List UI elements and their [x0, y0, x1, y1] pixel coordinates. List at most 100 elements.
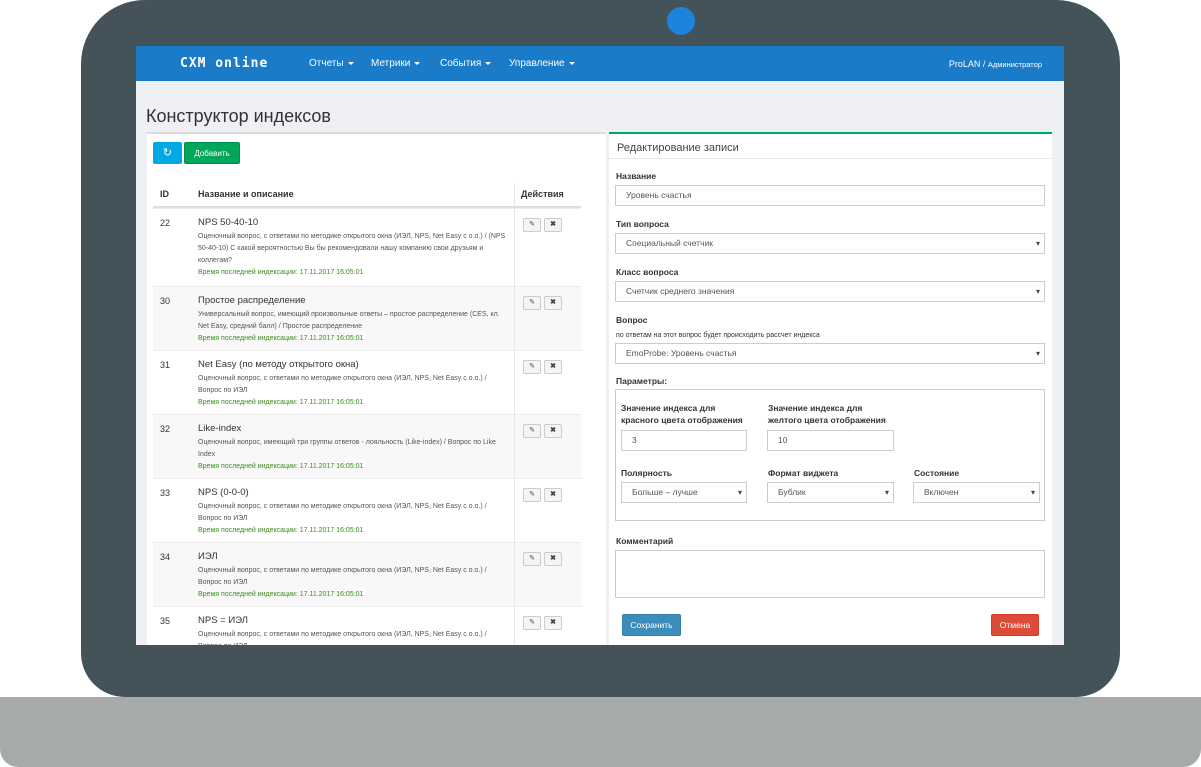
nav-manage[interactable]: Управление [509, 58, 575, 69]
close-icon: ✖ [550, 555, 556, 562]
edit-icon: ✎ [529, 363, 535, 370]
add-button[interactable]: Добавить [184, 142, 240, 164]
row-description: Оценочный вопрос, имеющий три группы отв… [198, 437, 508, 473]
col-divider [514, 543, 515, 606]
row-description: Оценочный вопрос, с ответами по методике… [198, 373, 508, 409]
index-table: ID Название и описание Действия 22 NPS 5… [153, 183, 581, 645]
edit-button[interactable]: ✎ [523, 488, 541, 502]
edit-button[interactable]: ✎ [523, 424, 541, 438]
edit-icon: ✎ [529, 491, 535, 498]
table-row: 35 NPS = ИЭЛ Оценочный вопрос, с ответам… [153, 606, 581, 645]
edit-icon: ✎ [529, 555, 535, 562]
close-icon: ✖ [550, 491, 556, 498]
table-row: 30 Простое распределение Универсальный в… [153, 286, 581, 350]
row-title: NPS 50-40-10 [198, 217, 259, 228]
row-desc-text: Оценочный вопрос, с ответами по методике… [198, 233, 506, 264]
close-icon: ✖ [550, 619, 556, 626]
nav-metrics-label: Метрики [371, 58, 411, 69]
question-class-select[interactable]: Счетчик среднего значения [615, 281, 1045, 302]
edit-button[interactable]: ✎ [523, 218, 541, 232]
row-title: NPS (0-0-0) [198, 487, 249, 498]
refresh-button[interactable]: ↻ [153, 142, 182, 164]
row-title: NPS = ИЭЛ [198, 615, 248, 626]
row-title: Net Easy (по методу открытого окна) [198, 359, 359, 370]
question-type-select[interactable]: Специальный счетчик [615, 233, 1045, 254]
name-label: Название [616, 171, 657, 181]
refresh-icon: ↻ [162, 147, 173, 159]
user-menu[interactable]: ProLAN / Администратор [949, 59, 1042, 69]
edit-record-panel: Редактирование записи Название Уровень с… [609, 132, 1052, 645]
edit-button[interactable]: ✎ [523, 296, 541, 310]
save-button[interactable]: Сохранить [622, 614, 681, 636]
nav-events[interactable]: События [440, 58, 492, 69]
row-description: Оценочный вопрос, с ответами по методике… [198, 501, 508, 537]
question-hint: по ответам на этот вопрос будет происход… [616, 332, 820, 339]
polarity-select[interactable]: Больше – лучше [621, 482, 747, 503]
edit-button[interactable]: ✎ [523, 552, 541, 566]
col-divider [514, 479, 515, 542]
user-role: Администратор [987, 60, 1042, 69]
user-name: ProLAN [948, 59, 981, 69]
delete-button[interactable]: ✖ [544, 552, 562, 566]
row-timestamp: Время последней индексации: 17.11.2017 1… [198, 399, 364, 406]
chevron-down-icon [414, 61, 421, 65]
camera-dot [667, 7, 695, 35]
nav-metrics[interactable]: Метрики [371, 58, 421, 69]
delete-button[interactable]: ✖ [544, 424, 562, 438]
close-icon: ✖ [550, 221, 556, 228]
col-id: ID [160, 189, 169, 199]
row-timestamp: Время последней индексации: 17.11.2017 1… [198, 335, 364, 342]
delete-button[interactable]: ✖ [544, 360, 562, 374]
edit-button[interactable]: ✎ [523, 616, 541, 630]
state-select[interactable]: Включен [913, 482, 1040, 503]
table-row: 22 NPS 50-40-10 Оценочный вопрос, с отве… [153, 208, 581, 286]
row-id: 32 [160, 424, 171, 434]
name-input[interactable]: Уровень счастья [615, 185, 1045, 206]
row-description: Оценочный вопрос, с ответами по методике… [198, 565, 508, 601]
top-navbar: CXM online Отчеты Метрики События Управл… [136, 46, 1064, 81]
table-row: 32 Like-index Оценочный вопрос, имеющий … [153, 414, 581, 478]
yellow-threshold-input[interactable]: 10 [767, 430, 894, 451]
col-actions: Действия [521, 189, 564, 199]
col-divider [514, 607, 515, 645]
col-divider [514, 287, 515, 350]
nav-events-label: События [440, 58, 482, 69]
app-logo[interactable]: CXM online [180, 56, 268, 71]
row-desc-text: Оценочный вопрос, с ответами по методике… [198, 631, 487, 645]
chevron-down-icon [347, 61, 354, 65]
delete-button[interactable]: ✖ [544, 488, 562, 502]
table-header: ID Название и описание Действия [153, 183, 581, 208]
chevron-down-icon [568, 61, 575, 65]
red-threshold-input[interactable]: 3 [621, 430, 747, 451]
row-id: 34 [160, 552, 171, 562]
delete-button[interactable]: ✖ [544, 296, 562, 310]
params-box: Значение индекса для красного цвета отоб… [615, 389, 1045, 521]
table-row: 34 ИЭЛ Оценочный вопрос, с ответами по м… [153, 542, 581, 606]
edit-button[interactable]: ✎ [523, 360, 541, 374]
delete-button[interactable]: ✖ [544, 616, 562, 630]
cancel-button[interactable]: Отмена [991, 614, 1039, 636]
chevron-down-icon [485, 61, 492, 65]
row-desc-text: Универсальный вопрос, имеющий произвольн… [198, 311, 500, 330]
nav-reports[interactable]: Отчеты [309, 58, 354, 69]
col-divider [514, 351, 515, 414]
laptop-base [0, 697, 1201, 767]
panel-header: Редактирование записи [609, 134, 1052, 159]
row-id: 31 [160, 360, 171, 370]
row-title: Like-index [198, 423, 242, 434]
row-timestamp: Время последней индексации: 17.11.2017 1… [198, 591, 364, 598]
question-select[interactable]: EmoProbe: Уровень счастья [615, 343, 1045, 364]
row-id: 35 [160, 616, 171, 626]
row-timestamp: Время последней индексации: 17.11.2017 1… [198, 463, 364, 470]
close-icon: ✖ [550, 427, 556, 434]
col-divider [514, 209, 515, 286]
widget-format-select[interactable]: Бублик [767, 482, 894, 503]
red-threshold-label: Значение индекса для красного цвета отоб… [621, 403, 743, 425]
comment-textarea[interactable] [615, 550, 1045, 598]
edit-icon: ✎ [529, 619, 535, 626]
question-label: Вопрос [616, 315, 648, 325]
table-row: 31 Net Easy (по методу открытого окна) О… [153, 350, 581, 414]
widget-format-label: Формат виджета [768, 468, 839, 478]
delete-button[interactable]: ✖ [544, 218, 562, 232]
app-screen: CXM online Отчеты Метрики События Управл… [136, 46, 1064, 645]
